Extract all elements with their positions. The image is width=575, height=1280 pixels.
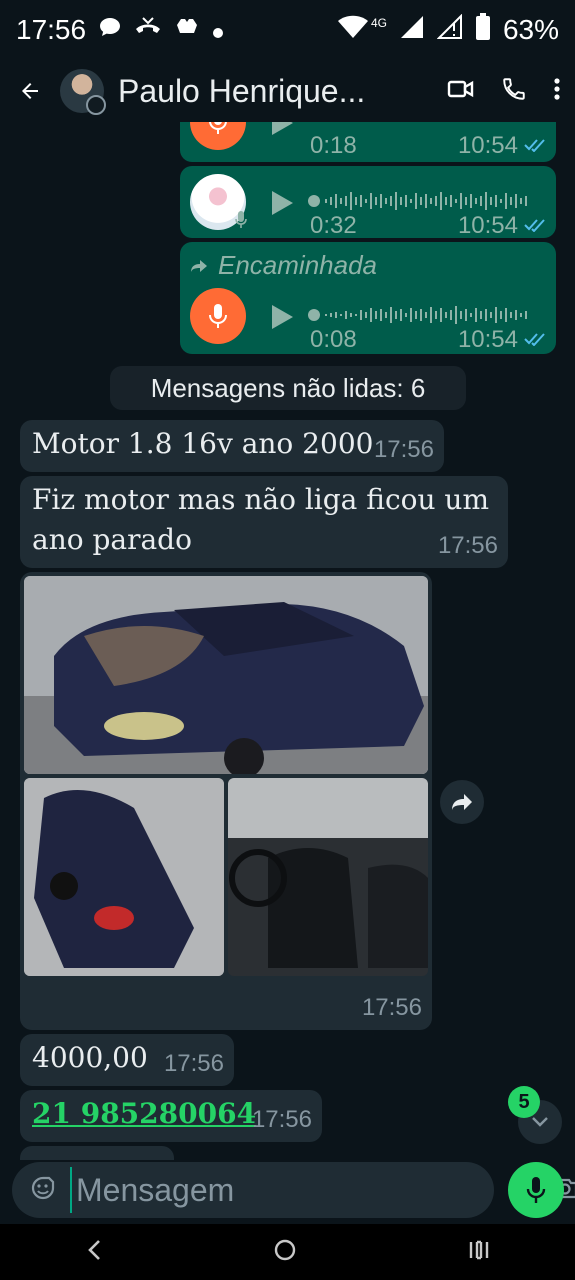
- message-time: 10:54: [457, 132, 518, 159]
- incoming-message-bubble[interactable]: Fiz motor mas não liga ficou um ano para…: [20, 476, 508, 568]
- dot-icon: [212, 14, 224, 46]
- photo-album-bubble[interactable]: 17:56: [20, 572, 432, 1030]
- wifi-icon: [337, 14, 369, 47]
- message-input[interactable]: [70, 1167, 498, 1213]
- forward-button[interactable]: [440, 780, 484, 824]
- microphone-icon: [526, 1177, 546, 1203]
- car-rear-photo[interactable]: [24, 778, 224, 976]
- message-time: 17:56: [437, 532, 498, 559]
- message-text: 4000,00: [32, 1041, 148, 1074]
- voice-call-icon[interactable]: [501, 76, 527, 107]
- nav-home-icon[interactable]: [273, 1238, 297, 1267]
- app-notification-icon: [174, 14, 200, 46]
- signal-warning-icon: [436, 13, 463, 47]
- chat-area[interactable]: 0:18 10:54 0:32 10:54 Encaminhada 0:08 1…: [0, 122, 575, 1160]
- message-time: 17:56: [163, 1050, 224, 1077]
- forwarded-label: Encaminhada: [190, 250, 377, 281]
- message-time: 17:56: [373, 436, 434, 463]
- system-navigation-bar: [0, 1224, 575, 1280]
- car-front-photo[interactable]: [24, 576, 428, 774]
- mic-avatar-icon: [190, 288, 246, 344]
- nav-recents-icon[interactable]: [468, 1239, 490, 1266]
- emoji-sticker-icon[interactable]: [30, 1175, 56, 1206]
- status-bar: 17:56 4G 63%: [0, 0, 575, 60]
- battery-level: 63%: [502, 14, 559, 45]
- nav-back-icon[interactable]: [86, 1239, 102, 1266]
- read-ticks-icon: [524, 138, 546, 157]
- clock: 17:56: [16, 14, 87, 45]
- battery-icon: [475, 12, 491, 48]
- play-icon[interactable]: [270, 190, 294, 221]
- unread-messages-separator: Mensagens não lidas: 6: [110, 366, 466, 410]
- voice-duration: 0:18: [310, 132, 357, 159]
- incoming-message-bubble[interactable]: 4000,00 17:56: [20, 1034, 234, 1086]
- contact-avatar[interactable]: [60, 69, 106, 115]
- record-voice-button[interactable]: [508, 1162, 564, 1218]
- voice-message-bubble[interactable]: 0:32 10:54: [180, 166, 556, 239]
- message-text: Motor 1.8 16v ano 2000: [32, 427, 374, 460]
- forwarded-text: Encaminhada: [218, 250, 377, 280]
- phone-number-link[interactable]: 21 985280064: [32, 1094, 256, 1134]
- play-icon[interactable]: [270, 122, 294, 141]
- message-time: 17:56: [251, 1106, 312, 1133]
- message-text-line-1: Fiz motor mas não liga ficou um: [32, 483, 489, 516]
- message-time: 10:54: [457, 326, 518, 353]
- contact-name[interactable]: Paulo Henrique...: [118, 73, 408, 110]
- video-call-icon[interactable]: [447, 77, 475, 106]
- forwarded-arrow-icon: [191, 259, 207, 272]
- message-text-line-2: ano parado: [32, 523, 192, 556]
- chat-bubble-icon: [98, 14, 122, 46]
- read-ticks-icon: [524, 218, 546, 237]
- mic-avatar-icon: [190, 122, 246, 150]
- chevron-down-icon: [532, 1117, 548, 1127]
- forward-icon: [452, 794, 472, 810]
- incoming-message-bubble[interactable]: 21 985280064 17:56: [20, 1090, 322, 1142]
- incoming-message-bubble[interactable]: Motor 1.8 16v ano 2000 17:56: [20, 420, 444, 472]
- voice-message-bubble[interactable]: 0:18 10:54: [180, 122, 556, 162]
- forwarded-voice-message-bubble[interactable]: Encaminhada 0:08 10:54: [180, 242, 556, 354]
- car-interior-photo[interactable]: [228, 778, 428, 976]
- unread-count-badge: 5: [508, 1086, 540, 1118]
- back-arrow-icon[interactable]: [14, 75, 46, 107]
- missed-call-icon: [134, 14, 162, 46]
- chat-header: Paulo Henrique...: [0, 60, 575, 122]
- message-composer: [12, 1162, 575, 1218]
- signal-icon: [399, 14, 425, 47]
- incoming-message-bubble[interactable]: [20, 1146, 174, 1160]
- message-time: 17:56: [361, 994, 422, 1021]
- voice-duration: 0:32: [310, 212, 357, 239]
- network-type: 4G: [370, 16, 387, 30]
- play-icon[interactable]: [270, 304, 294, 335]
- voice-duration: 0:08: [310, 326, 357, 353]
- read-ticks-icon: [524, 332, 546, 351]
- more-options-icon[interactable]: [553, 77, 561, 106]
- message-time: 10:54: [457, 212, 518, 239]
- mic-small-icon: [234, 210, 248, 235]
